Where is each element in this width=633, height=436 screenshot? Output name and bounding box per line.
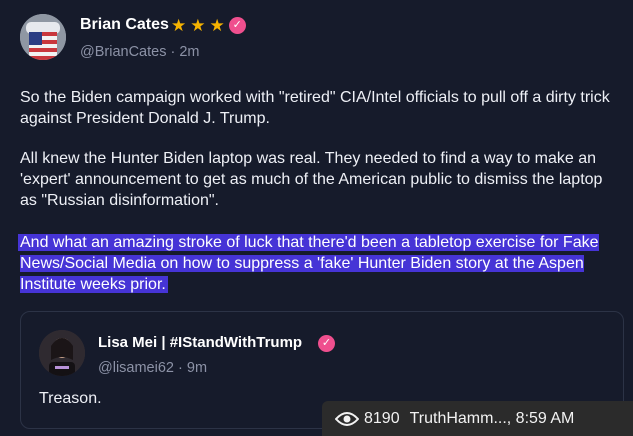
quoted-post-text: Treason. (39, 390, 102, 407)
author-badges: ★ ★ ★ ✓ (171, 17, 246, 34)
post-paragraph-highlighted: And what an amazing stroke of luck that … (20, 232, 620, 295)
quoted-author-name[interactable]: Lisa Mei | #IStandWithTrump (98, 334, 302, 351)
author-name[interactable]: Brian Cates (80, 16, 169, 34)
post-paragraph: So the Biden campaign worked with "retir… (20, 89, 610, 127)
avatar[interactable] (20, 14, 66, 60)
avatar[interactable] (39, 330, 85, 376)
verified-badge-icon: ✓ (228, 17, 246, 34)
post-card: Brian Cates ★ ★ ★ ✓ @BrianCates · 2m So … (0, 0, 633, 436)
eye-icon (335, 411, 359, 426)
source-and-time: TruthHamm..., 8:59 AM (409, 409, 575, 427)
post-meta: @BrianCates · 2m (80, 44, 200, 60)
star-icon: ★ (190, 16, 206, 35)
verified-badge-icon: ✓ (318, 335, 335, 352)
view-count: 8190 (364, 409, 400, 427)
post-time[interactable]: 2m (179, 44, 199, 60)
post-paragraph: All knew the Hunter Biden laptop was rea… (20, 150, 603, 209)
meta-separator: · (178, 360, 183, 376)
author-handle[interactable]: @BrianCates (80, 44, 166, 60)
selected-text: And what an amazing stroke of luck that … (20, 234, 599, 293)
quoted-author-handle[interactable]: @lisamei62 (98, 360, 174, 376)
star-icon: ★ (209, 16, 225, 35)
view-count-overlay: 8190 TruthHamm..., 8:59 AM (322, 401, 633, 436)
star-icon: ★ (171, 16, 187, 35)
quoted-post-meta: @lisamei62 · 9m (98, 360, 207, 376)
quoted-post-time[interactable]: 9m (187, 360, 207, 376)
meta-separator: · (170, 44, 176, 60)
